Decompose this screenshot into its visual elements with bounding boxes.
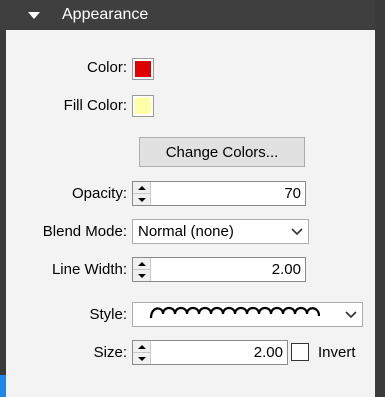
- opacity-spinner[interactable]: 70: [132, 181, 306, 206]
- style-label: Style:: [89, 306, 127, 323]
- spin-down-button[interactable]: [133, 270, 150, 281]
- spin-up-button[interactable]: [133, 341, 150, 353]
- size-label: Size:: [93, 344, 127, 361]
- line-width-label: Line Width:: [51, 261, 127, 278]
- invert-checkbox[interactable]: [291, 343, 309, 361]
- blend-mode-label: Blend Mode:: [42, 223, 127, 240]
- blend-mode-select[interactable]: Normal (none): [132, 219, 309, 244]
- appearance-section-header[interactable]: Appearance: [0, 0, 375, 30]
- fill-color-swatch[interactable]: [132, 95, 154, 117]
- color-swatch-fill: [135, 61, 151, 77]
- chevron-down-icon[interactable]: [286, 227, 308, 236]
- blend-mode-value: Normal (none): [138, 223, 234, 240]
- spin-down-button[interactable]: [133, 353, 150, 364]
- appearance-section-body: Color: Fill Color: Change Colors... Opac…: [6, 30, 375, 397]
- line-width-spinner[interactable]: 2.00: [132, 257, 306, 282]
- spin-arrows-icon[interactable]: [133, 258, 151, 281]
- spin-arrows-icon[interactable]: [133, 182, 151, 205]
- size-value[interactable]: 2.00: [151, 341, 287, 364]
- spin-down-button[interactable]: [133, 194, 150, 205]
- panel-right-border: [375, 0, 385, 397]
- style-select[interactable]: [132, 302, 363, 327]
- fill-color-label: Fill Color:: [63, 97, 127, 114]
- triangle-down-icon[interactable]: [28, 11, 40, 19]
- color-label: Color:: [86, 59, 127, 76]
- size-spinner[interactable]: 2.00: [132, 340, 288, 365]
- spin-arrows-icon[interactable]: [133, 341, 151, 364]
- fill-color-swatch-fill: [135, 98, 151, 114]
- section-title: Appearance: [62, 6, 149, 23]
- chevron-down-icon[interactable]: [340, 310, 362, 319]
- color-swatch[interactable]: [132, 58, 154, 80]
- spin-up-button[interactable]: [133, 258, 150, 270]
- line-width-value[interactable]: 2.00: [151, 258, 305, 281]
- cloudy-stroke-icon: [133, 305, 340, 325]
- spin-up-button[interactable]: [133, 182, 150, 194]
- properties-panel: Appearance Color: Fill Color: Change Col…: [0, 0, 385, 397]
- opacity-value[interactable]: 70: [151, 182, 305, 205]
- invert-label[interactable]: Invert: [318, 344, 356, 361]
- opacity-label: Opacity:: [71, 185, 127, 202]
- change-colors-button[interactable]: Change Colors...: [139, 137, 305, 167]
